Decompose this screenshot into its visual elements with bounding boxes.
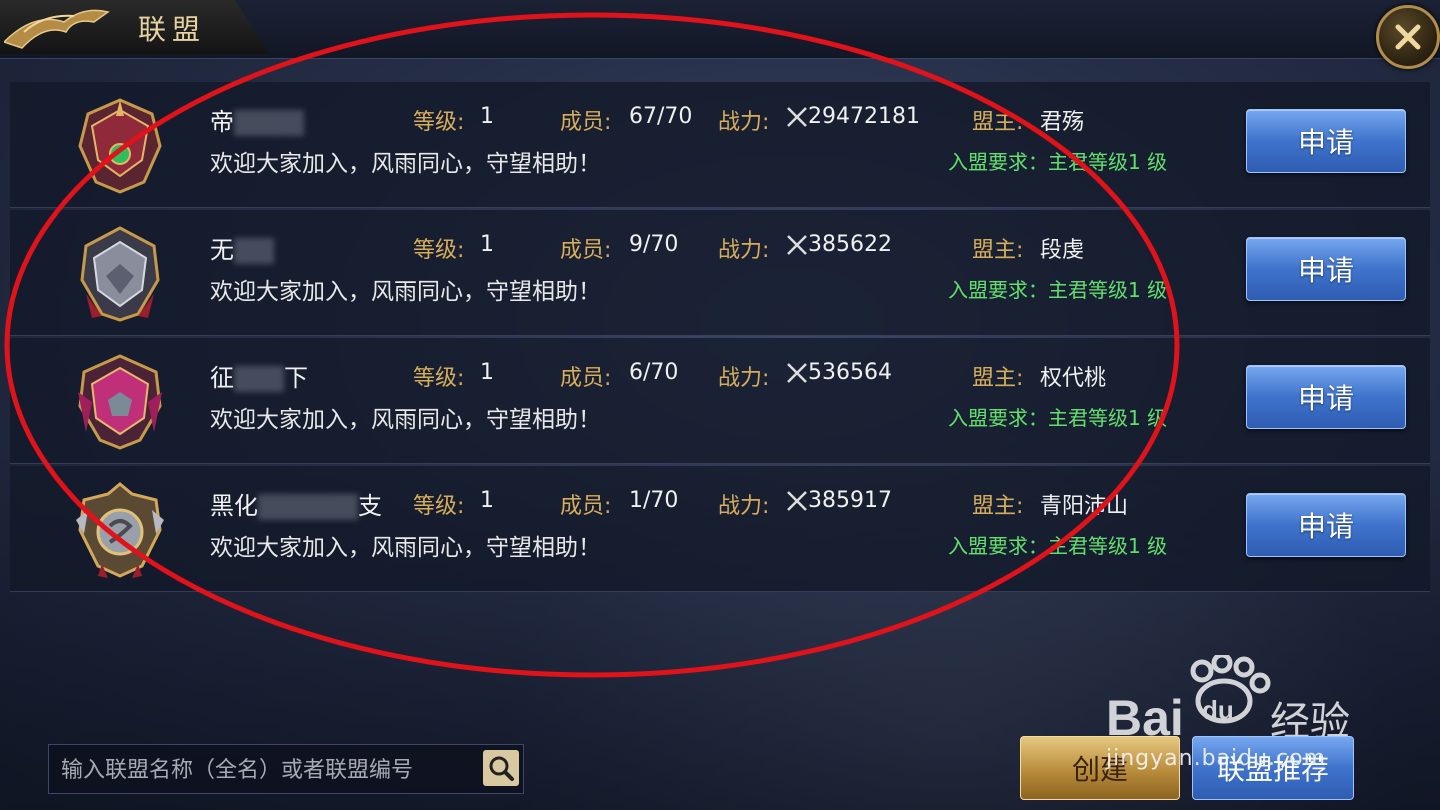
- join-requirement: 入盟要求：主君等级1 级: [948, 534, 1168, 558]
- join-requirement: 入盟要求：主君等级1 级: [948, 278, 1168, 302]
- apply-button[interactable]: 申请: [1246, 493, 1406, 557]
- search-icon: [489, 756, 514, 781]
- watermark-url: jingyan.baidu.com: [1106, 746, 1327, 771]
- leader-label: 盟主:: [972, 494, 1024, 519]
- leader-value: 权代桃: [1040, 366, 1107, 391]
- alliance-list: 帝 等级: 1 成员: 67/70 战力: 29472181 盟主: 君殇 欢迎…: [10, 82, 1430, 594]
- gold-ornament-icon: [4, 9, 110, 49]
- power-value: 29472181: [808, 104, 920, 129]
- members-label: 成员:: [560, 110, 612, 135]
- members-value: 6/70: [629, 360, 679, 385]
- close-icon: [1395, 24, 1421, 50]
- alliance-description: 欢迎大家加入，风雨同心，守望相助！: [210, 151, 601, 177]
- blurred-name: [234, 110, 304, 136]
- alliance-row: 征下 等级: 1 成员: 6/70 战力: 536564 盟主: 权代桃 欢迎大…: [10, 338, 1430, 464]
- alliance-row: 黑化支 等级: 1 成员: 1/70 战力: 385917 盟主: 青阳沛山 欢…: [10, 466, 1430, 592]
- alliance-name: 征下: [210, 364, 308, 392]
- alliance-row: 帝 等级: 1 成员: 67/70 战力: 29472181 盟主: 君殇 欢迎…: [10, 82, 1430, 208]
- power-label: 战力:: [718, 494, 770, 519]
- alliance-emblem-icon: [78, 98, 162, 194]
- alliance-description: 欢迎大家加入，风雨同心，守望相助！: [210, 279, 601, 305]
- alliance-name: 黑化支: [210, 492, 382, 520]
- members-value: 1/70: [629, 488, 679, 513]
- alliance-emblem-icon: [78, 354, 162, 450]
- members-label: 成员:: [560, 366, 612, 391]
- search-input[interactable]: [59, 751, 473, 789]
- join-requirement: 入盟要求：主君等级1 级: [948, 406, 1168, 430]
- join-requirement: 入盟要求：主君等级1 级: [948, 150, 1168, 174]
- search-button[interactable]: [483, 750, 519, 786]
- power-label: 战力:: [718, 110, 770, 135]
- blurred-name: [234, 238, 274, 264]
- level-label: 等级:: [413, 238, 465, 263]
- alliance-row: 无 等级: 1 成员: 9/70 战力: 385622 盟主: 段虔 欢迎大家加…: [10, 210, 1430, 336]
- leader-value: 君殇: [1040, 110, 1085, 135]
- power-label: 战力:: [718, 238, 770, 263]
- level-value: 1: [480, 360, 494, 385]
- power-label: 战力:: [718, 366, 770, 391]
- window-header: 联盟: [0, 0, 1440, 69]
- leader-value: 青阳沛山: [1040, 494, 1129, 519]
- power-value: 385622: [808, 232, 892, 257]
- apply-button[interactable]: 申请: [1246, 109, 1406, 173]
- level-value: 1: [480, 232, 494, 257]
- crossed-swords-icon: [787, 235, 807, 255]
- alliance-name: 帝: [210, 102, 304, 137]
- members-value: 9/70: [629, 232, 679, 257]
- level-value: 1: [480, 104, 494, 129]
- blurred-name: [258, 494, 358, 520]
- power-value: 536564: [808, 360, 892, 385]
- alliance-description: 欢迎大家加入，风雨同心，守望相助！: [210, 535, 601, 561]
- crossed-swords-icon: [787, 491, 807, 511]
- alliance-emblem-icon: [76, 482, 164, 578]
- level-label: 等级:: [413, 110, 465, 135]
- leader-label: 盟主:: [972, 238, 1024, 263]
- crossed-swords-icon: [787, 363, 807, 383]
- level-label: 等级:: [413, 494, 465, 519]
- blurred-name: [234, 366, 284, 392]
- level-label: 等级:: [413, 366, 465, 391]
- svg-text:du: du: [1202, 695, 1234, 725]
- apply-button[interactable]: 申请: [1246, 365, 1406, 429]
- members-label: 成员:: [560, 238, 612, 263]
- level-value: 1: [480, 488, 494, 513]
- apply-button[interactable]: 申请: [1246, 237, 1406, 301]
- close-button[interactable]: [1376, 5, 1440, 69]
- crossed-swords-icon: [787, 107, 807, 127]
- search-box: [48, 744, 524, 794]
- power-value: 385917: [808, 488, 892, 513]
- members-value: 67/70: [629, 104, 693, 129]
- leader-label: 盟主:: [972, 110, 1024, 135]
- leader-value: 段虔: [1040, 238, 1085, 263]
- members-label: 成员:: [560, 494, 612, 519]
- alliance-emblem-icon: [80, 226, 160, 322]
- alliance-description: 欢迎大家加入，风雨同心，守望相助！: [210, 407, 601, 433]
- leader-label: 盟主:: [972, 366, 1024, 391]
- page-title: 联盟: [138, 13, 207, 46]
- alliance-name: 无: [210, 230, 274, 265]
